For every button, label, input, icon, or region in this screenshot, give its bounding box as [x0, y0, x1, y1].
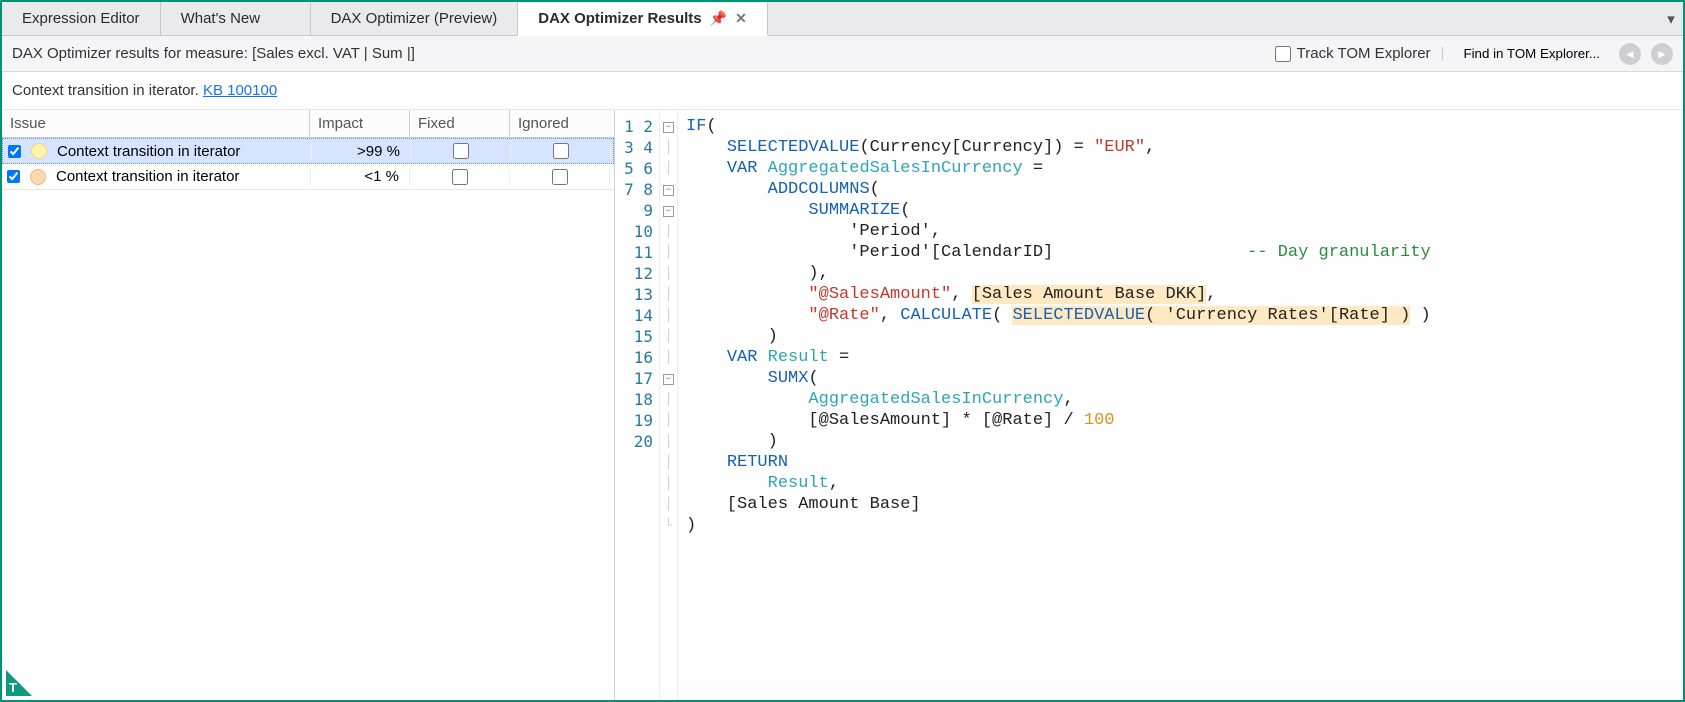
code-pane: 1 2 3 4 5 6 7 8 9 10 11 12 13 14 15 16 1…: [615, 110, 1683, 700]
workspace: Issue Impact Fixed Ignored Context trans…: [2, 110, 1683, 700]
tab-whats-new[interactable]: What's New: [161, 2, 311, 35]
fold-toggle[interactable]: −: [663, 374, 674, 385]
close-icon[interactable]: ✕: [735, 10, 747, 27]
issue-description-bar: Context transition in iterator. KB 10010…: [2, 72, 1683, 110]
issues-header-row: Issue Impact Fixed Ignored: [2, 110, 614, 138]
col-header-impact[interactable]: Impact: [310, 110, 410, 137]
tab-label: DAX Optimizer Results: [538, 10, 701, 27]
tab-strip: Expression Editor What's New DAX Optimiz…: [2, 2, 1683, 36]
tab-label: Expression Editor: [22, 10, 140, 27]
issue-impact: <1 %: [310, 168, 410, 185]
tab-label: DAX Optimizer (Preview): [331, 10, 498, 27]
issue-ignored-checkbox[interactable]: [552, 169, 568, 185]
issues-pane: Issue Impact Fixed Ignored Context trans…: [2, 110, 615, 700]
info-bar: DAX Optimizer results for measure: [Sale…: [2, 36, 1683, 72]
nav-prev-button[interactable]: ◄: [1619, 43, 1641, 65]
issue-impact: >99 %: [311, 143, 411, 160]
pin-icon[interactable]: 📌: [710, 10, 727, 27]
tab-label: What's New: [181, 10, 261, 27]
results-for-label: DAX Optimizer results for measure: [Sale…: [12, 45, 415, 62]
issue-enable-checkbox[interactable]: [8, 145, 21, 158]
issue-ignored-checkbox[interactable]: [553, 143, 569, 159]
issue-name: Context transition in iterator: [52, 168, 310, 185]
issue-fixed-checkbox[interactable]: [453, 143, 469, 159]
col-header-ignored[interactable]: Ignored: [510, 110, 614, 137]
tab-dax-optimizer-results[interactable]: DAX Optimizer Results 📌 ✕: [518, 3, 768, 36]
tab-dax-optimizer-preview[interactable]: DAX Optimizer (Preview): [311, 2, 519, 35]
tab-expression-editor[interactable]: Expression Editor: [2, 2, 161, 35]
track-tom-toggle[interactable]: Track TOM Explorer: [1275, 45, 1431, 62]
find-in-tom-button[interactable]: Find in TOM Explorer...: [1454, 42, 1609, 65]
nav-next-button[interactable]: ►: [1651, 43, 1673, 65]
kb-link[interactable]: KB 100100: [203, 82, 277, 99]
issue-row[interactable]: Context transition in iterator<1 %: [2, 164, 614, 190]
tab-overflow-menu[interactable]: ▾: [1659, 2, 1683, 35]
fold-gutter: − │ │ − − │ │ │ │ │ │ │ − │ │ │ │ │ │ └: [660, 110, 678, 700]
col-header-issue[interactable]: Issue: [2, 110, 310, 137]
severity-dot: [31, 143, 47, 159]
track-tom-checkbox[interactable]: [1275, 46, 1291, 62]
fold-toggle[interactable]: −: [663, 206, 674, 217]
fold-toggle[interactable]: −: [663, 185, 674, 196]
severity-dot: [30, 169, 46, 185]
col-header-fixed[interactable]: Fixed: [410, 110, 510, 137]
issue-description: Context transition in iterator.: [12, 82, 203, 99]
track-tom-label: Track TOM Explorer: [1297, 45, 1431, 62]
fold-toggle[interactable]: −: [663, 122, 674, 133]
issue-row[interactable]: Context transition in iterator>99 %: [2, 138, 614, 164]
issue-enable-checkbox[interactable]: [7, 170, 20, 183]
line-number-gutter: 1 2 3 4 5 6 7 8 9 10 11 12 13 14 15 16 1…: [615, 110, 660, 700]
issue-fixed-checkbox[interactable]: [452, 169, 468, 185]
issue-name: Context transition in iterator: [53, 143, 311, 160]
code-view[interactable]: IF( SELECTEDVALUE(Currency[Currency]) = …: [678, 110, 1683, 700]
